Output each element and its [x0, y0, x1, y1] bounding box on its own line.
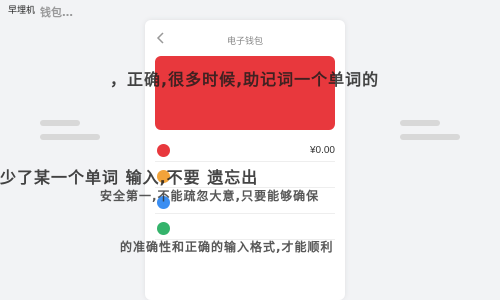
list-item[interactable]: ¥0.00: [155, 140, 335, 162]
background-bar: [40, 134, 100, 140]
coin-icon: [157, 222, 170, 235]
watermark-text: 安全第一,不能疏忽大意,只要能够确保: [100, 189, 320, 203]
watermark-text: ，正确,很多时候,助记词一个单词的: [110, 70, 380, 89]
page-title: 电子钱包: [226, 36, 263, 46]
watermark-text: 少了某一个单词 输入,不要 遗忘出: [0, 168, 259, 187]
list-item[interactable]: [155, 218, 335, 240]
background-bar: [40, 120, 80, 126]
watermark-text: 钱包…: [40, 6, 73, 19]
watermark-text: 的准确性和正确的输入格式,才能顺利: [120, 240, 334, 254]
balance-amount: ¥0.00: [309, 145, 335, 156]
phone-screen: 电子钱包 ¥0.00: [145, 20, 345, 300]
background-bar: [400, 134, 460, 140]
status-time: 早埋机: [8, 5, 36, 15]
background-bar: [400, 120, 440, 126]
coin-icon: [157, 144, 170, 157]
